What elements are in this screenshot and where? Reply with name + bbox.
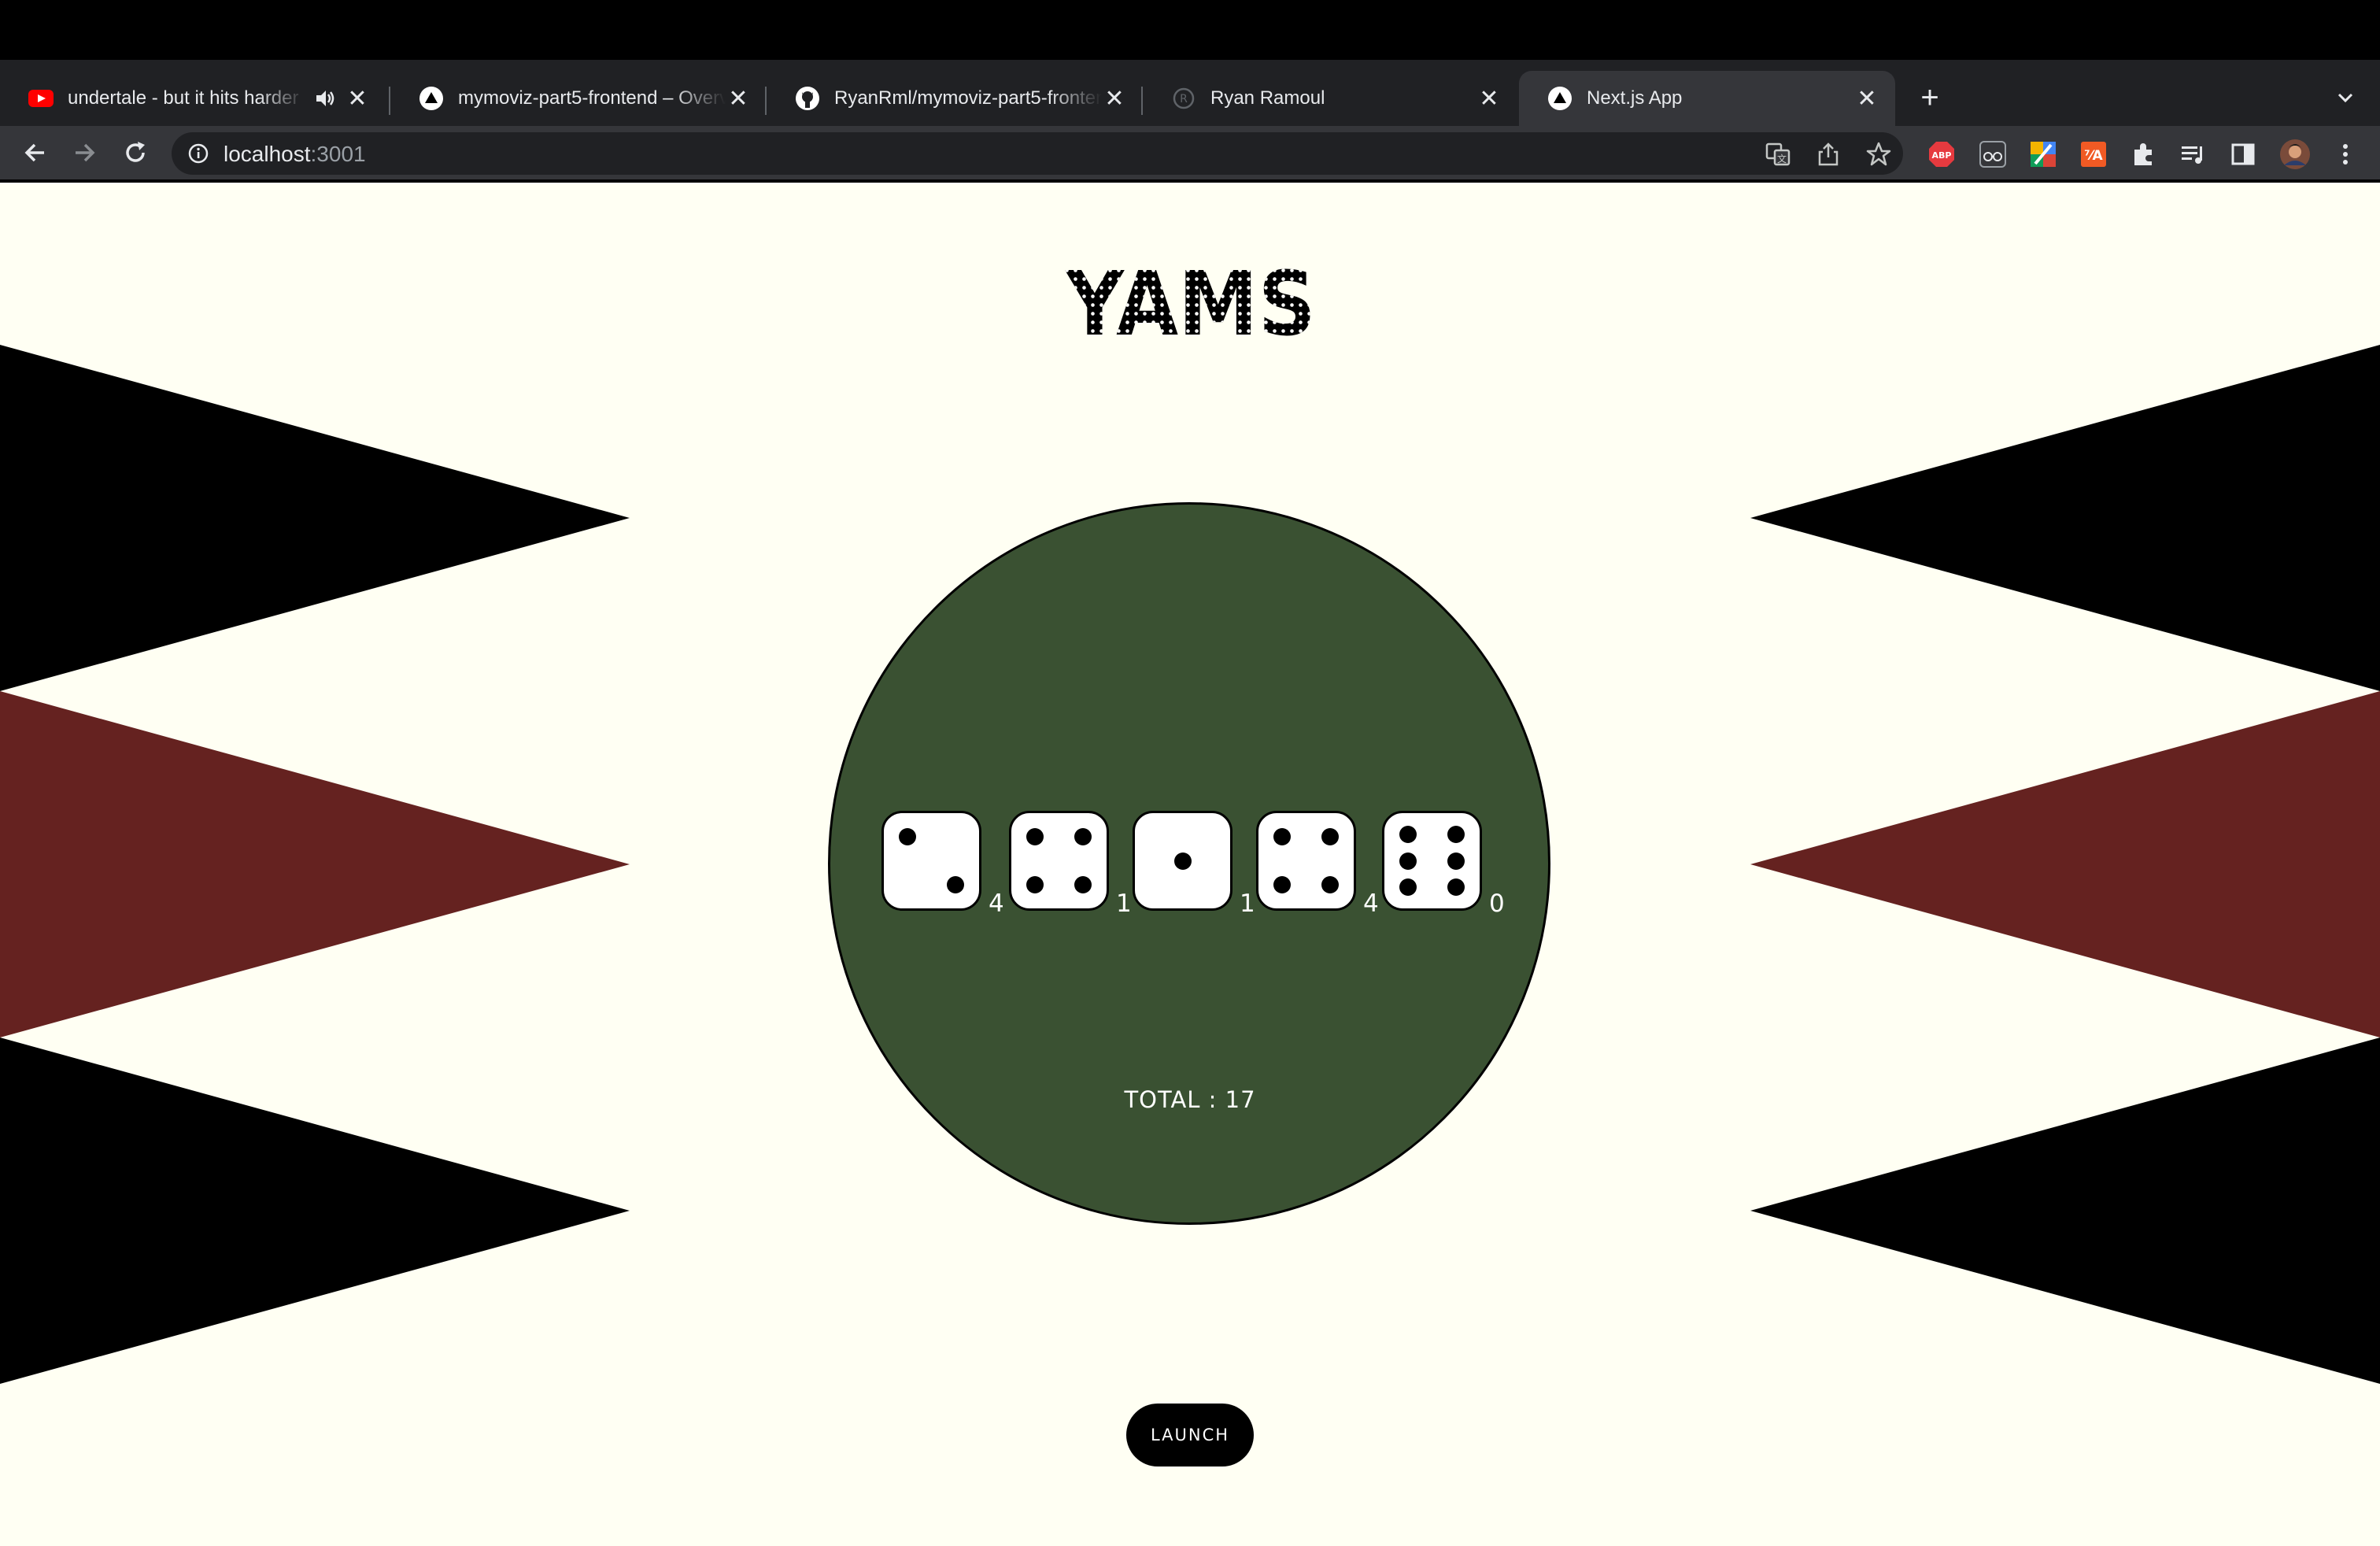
die-count: 4 (1363, 890, 1379, 918)
url-text: localhost:3001 (224, 142, 366, 167)
right-point-middle (1750, 691, 2380, 1037)
left-point-middle (0, 691, 630, 1037)
die-face-1[interactable] (1133, 811, 1232, 911)
puzzle-icon[interactable] (2128, 139, 2160, 170)
address-bar[interactable]: localhost:3001 (172, 132, 1903, 175)
die-count: 1 (1116, 890, 1132, 918)
tab-search-chevron-icon[interactable] (2331, 83, 2360, 112)
die-count: 4 (989, 890, 1004, 918)
tab-ryan-ramoul[interactable]: R Ryan Ramoul ✕ (1143, 71, 1517, 126)
arrow-left-icon (24, 143, 44, 162)
die-pip (1074, 828, 1092, 846)
tab-title: Next.js App (1587, 87, 1683, 109)
window-top-bar (0, 0, 2380, 60)
die-pip (1026, 875, 1044, 893)
die-face-4[interactable] (1256, 811, 1356, 911)
share-icon[interactable] (1815, 141, 1842, 168)
total-score: TOTAL : 17 (1124, 1086, 1256, 1113)
tab-undertale[interactable]: undertale - but it hits harder ✕ (0, 71, 386, 126)
reload-button[interactable] (116, 134, 154, 172)
tab-title: Ryan Ramoul (1210, 87, 1325, 109)
right-point-bottom (1750, 1037, 2380, 1384)
svg-text:⁷⁄A: ⁷⁄A (2084, 148, 2103, 164)
launch-button[interactable]: LAUNCH (1126, 1404, 1254, 1466)
url-host: localhost (224, 142, 311, 166)
bookmark-star-icon[interactable] (1865, 141, 1892, 168)
close-tab-icon[interactable]: ✕ (1854, 85, 1879, 113)
die-pip (946, 875, 964, 893)
speaker-icon[interactable] (313, 87, 337, 110)
close-tab-icon[interactable]: ✕ (1476, 85, 1502, 113)
die-count: 0 (1489, 890, 1505, 918)
tab-nextjs-app[interactable]: Next.js App ✕ (1519, 71, 1895, 126)
yams-logo: YAMS YAMS (1062, 253, 1319, 356)
die-pip (1447, 878, 1465, 897)
media-queue-icon[interactable] (2177, 139, 2208, 170)
tab-title: RyanRml/mymoviz-part5-frontend (834, 87, 1102, 109)
arrow-right-icon (76, 143, 95, 162)
reader-glasses-icon[interactable] (1977, 139, 2009, 170)
translate-extension-icon[interactable]: ⁷⁄A (2078, 139, 2109, 170)
vercel-icon (419, 86, 444, 111)
svg-text:文: 文 (1777, 153, 1787, 165)
svg-text:R: R (1180, 93, 1188, 105)
colorful-extension-icon[interactable] (2027, 139, 2059, 170)
tab-mymoviz-overview[interactable]: mymoviz-part5-frontend – Overview ✕ (390, 71, 767, 126)
die-pip (1447, 852, 1465, 870)
die-pip (1399, 852, 1417, 870)
left-point-top (0, 345, 630, 691)
tab-github-repo[interactable]: RyanRml/mymoviz-part5-frontend ✕ (767, 71, 1143, 126)
new-tab-button[interactable]: + (1914, 82, 1946, 113)
side-panel-icon[interactable] (2227, 139, 2259, 170)
die-pip (1447, 825, 1465, 843)
youtube-icon (28, 86, 54, 111)
close-tab-icon[interactable]: ✕ (726, 85, 751, 113)
profile-avatar[interactable] (2279, 139, 2311, 170)
die-pip (1321, 828, 1339, 846)
die-pip (1273, 875, 1292, 893)
die-pip (1173, 852, 1192, 870)
die-face-6[interactable] (1382, 811, 1482, 911)
tab-strip: undertale - but it hits harder ✕ mymoviz… (0, 60, 2380, 126)
svg-text:ABP: ABP (1932, 150, 1952, 161)
more-menu-icon[interactable] (2330, 139, 2361, 170)
adblock-plus-icon[interactable]: ABP (1926, 139, 1957, 170)
die-pip (1074, 875, 1092, 893)
info-icon[interactable] (186, 141, 211, 166)
die-face-4[interactable] (1009, 811, 1109, 911)
die-pip (899, 828, 917, 846)
die-pip (1026, 828, 1044, 846)
registered-icon: R (1171, 86, 1196, 111)
vercel-icon (1547, 86, 1572, 111)
forward-button[interactable] (66, 134, 104, 172)
die-pip (1399, 825, 1417, 843)
close-tab-icon[interactable]: ✕ (345, 85, 370, 113)
github-icon (795, 86, 820, 111)
right-point-top (1750, 345, 2380, 691)
tab-title: undertale - but it hits harder (68, 87, 299, 109)
close-tab-icon[interactable]: ✕ (1102, 85, 1127, 113)
page-viewport: YAMS YAMS 4 1 1 4 0 TOTAL : 17 LAUNCH (0, 183, 2380, 1546)
svg-text:YAMS: YAMS (1064, 257, 1316, 344)
tab-title: mymoviz-part5-frontend – Overview (458, 87, 726, 109)
back-button[interactable] (16, 134, 54, 172)
die-pip (1399, 878, 1417, 897)
url-port: :3001 (310, 142, 366, 166)
die-pip (1321, 875, 1339, 893)
left-point-bottom (0, 1037, 630, 1384)
die-pip (1273, 828, 1292, 846)
reload-icon (126, 142, 145, 162)
translate-icon[interactable]: 文 (1765, 141, 1791, 168)
die-face-2[interactable] (881, 811, 981, 911)
die-count: 1 (1240, 890, 1255, 918)
